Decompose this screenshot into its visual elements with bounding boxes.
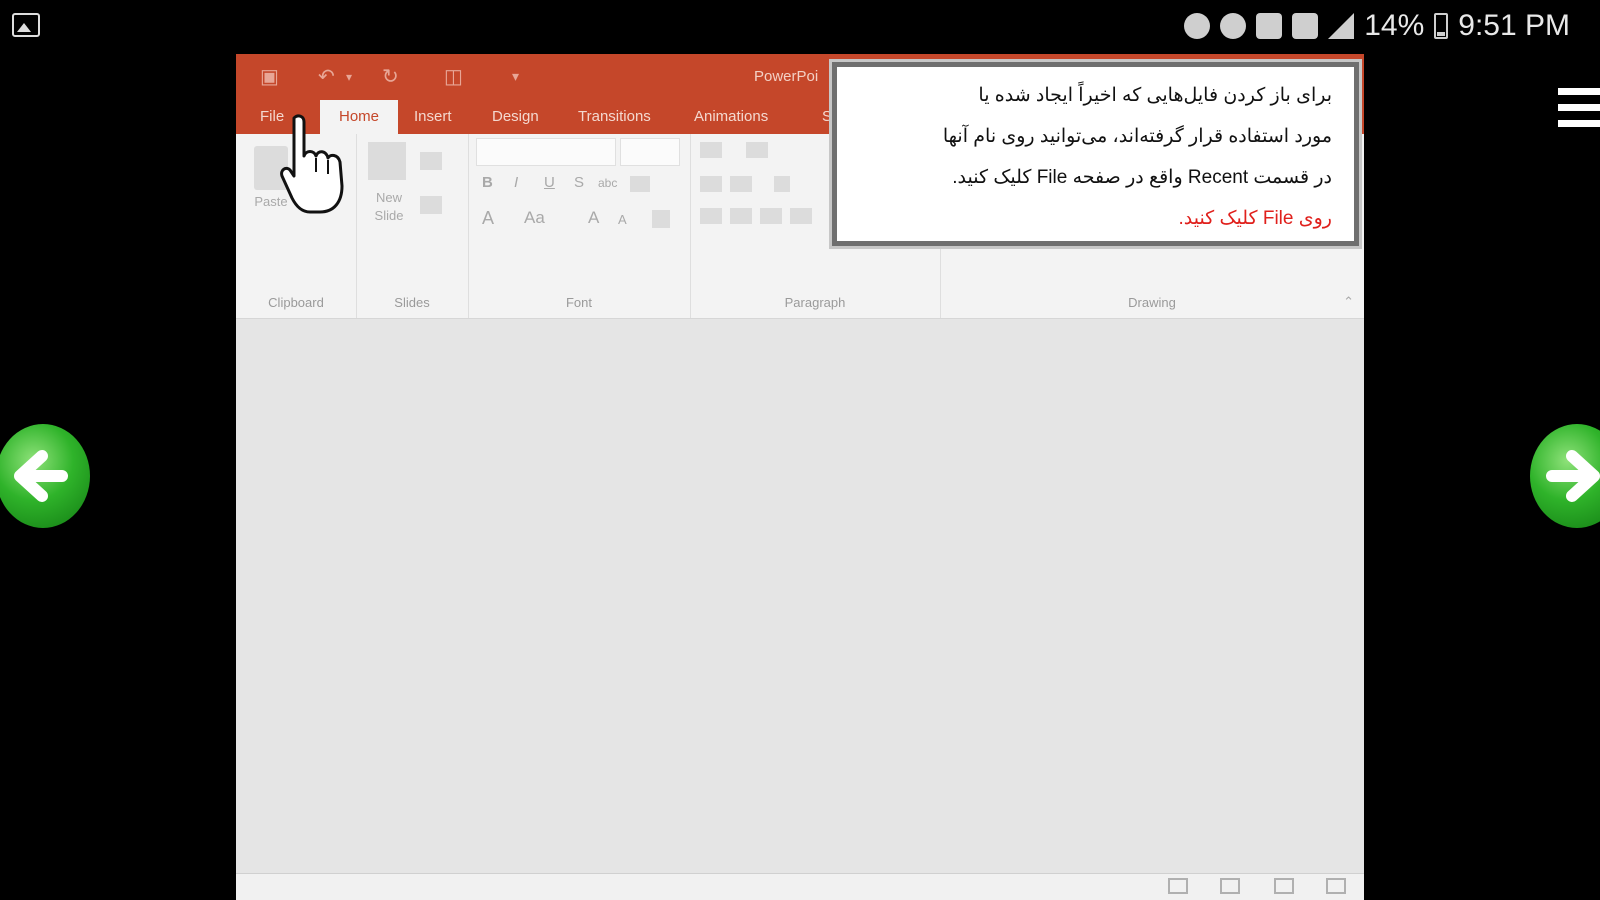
pointer-hand-icon [280, 114, 344, 214]
undo-icon[interactable]: ↶ [318, 64, 335, 88]
font-group: B I U S abc A Aa A A Font [468, 134, 691, 318]
clear-format-icon[interactable] [652, 210, 670, 228]
clipboard-group-label: Clipboard [268, 295, 324, 310]
layout-icon[interactable] [420, 152, 442, 170]
drawing-group-label: Drawing [1128, 295, 1176, 310]
ppt-status-bar [236, 873, 1364, 900]
alarm-icon [1184, 13, 1211, 39]
next-button[interactable] [1530, 424, 1600, 528]
tab-slideshow[interactable]: S [822, 100, 832, 134]
font-group-label: Font [565, 295, 592, 310]
collapse-ribbon-icon[interactable]: ⌃ [1343, 294, 1354, 310]
tab-transitions[interactable]: Transitions [578, 100, 651, 134]
menu-icon[interactable] [1558, 88, 1600, 136]
decrease-indent-icon[interactable] [700, 176, 722, 192]
callout-line-4: روی File کلیک کنید. [1178, 208, 1332, 229]
shadow-button[interactable]: S [574, 174, 584, 191]
mobile-data-icon [1292, 13, 1319, 39]
slides-group-label: Slides [394, 295, 430, 310]
slide-sorter-icon[interactable] [1220, 878, 1240, 894]
section-icon[interactable] [420, 196, 442, 214]
undo-dropdown-icon[interactable]: ▾ [346, 70, 352, 94]
paragraph-group-label: Paragraph [784, 295, 846, 310]
callout-line-3: در قسمت Recent واقع در صفحه File کلیک کن… [952, 167, 1332, 188]
battery-percent: 14% [1364, 9, 1425, 42]
bold-button[interactable]: B [482, 174, 493, 191]
arrow-right-icon [1546, 450, 1600, 502]
wifi-icon [1220, 13, 1247, 39]
notes-view-icon[interactable] [1168, 878, 1188, 894]
slideshow-view-icon[interactable] [1326, 878, 1346, 894]
sim-icon [1256, 13, 1283, 39]
new-slide-button[interactable]: New [364, 190, 414, 205]
grow-font-button[interactable]: A [588, 208, 599, 228]
previous-button[interactable] [0, 424, 90, 528]
shrink-font-button[interactable]: A [618, 212, 627, 227]
tab-design[interactable]: Design [492, 100, 539, 134]
callout-line-1: برای باز کردن فایل‌هایی که اخیراً ایجاد … [978, 85, 1332, 106]
font-size-field[interactable] [620, 138, 680, 166]
save-icon[interactable]: ▣ [260, 64, 279, 88]
present-icon[interactable]: ◫ [444, 64, 463, 88]
strikethrough-button[interactable]: abc [598, 176, 617, 190]
signal-icon [1328, 13, 1355, 39]
battery-icon [1434, 13, 1449, 39]
gallery-icon [12, 13, 40, 37]
status-indicators: 14% 9:51 PM [1184, 8, 1570, 44]
callout-line-2: مورد استفاده قرار گرفته‌اند، می‌توانید ر… [942, 126, 1332, 147]
arrow-left-icon [14, 450, 68, 502]
redo-icon[interactable]: ↻ [382, 64, 399, 88]
italic-button[interactable]: I [514, 174, 518, 191]
new-slide-icon[interactable] [368, 142, 406, 180]
instruction-callout: برای باز کردن فایل‌هایی که اخیراً ایجاد … [829, 59, 1362, 249]
change-case-button[interactable]: Aa [524, 208, 545, 228]
reading-view-icon[interactable] [1274, 878, 1294, 894]
justify-icon[interactable] [790, 208, 812, 224]
font-color-button[interactable]: A [482, 208, 494, 229]
status-bar: 14% 9:51 PM [0, 0, 1600, 52]
char-spacing-icon[interactable] [630, 176, 650, 192]
tab-animations[interactable]: Animations [694, 100, 768, 134]
slides-group: New Slide Slides [356, 134, 469, 318]
increase-indent-icon[interactable] [730, 176, 752, 192]
align-left-icon[interactable] [700, 208, 722, 224]
font-name-field[interactable] [476, 138, 616, 166]
customize-qat-icon[interactable]: ▾ [512, 68, 519, 92]
app-title: PowerPoi [754, 68, 819, 85]
align-center-icon[interactable] [730, 208, 752, 224]
new-slide-button-line2[interactable]: Slide [364, 208, 414, 223]
bullets-icon[interactable] [700, 142, 722, 158]
numbering-icon[interactable] [746, 142, 768, 158]
tab-insert[interactable]: Insert [414, 100, 452, 134]
align-right-icon[interactable] [760, 208, 782, 224]
underline-button[interactable]: U [544, 174, 555, 191]
slide-area[interactable] [236, 319, 1364, 875]
clock: 9:51 PM [1458, 9, 1570, 42]
text-direction-icon[interactable] [774, 176, 790, 192]
